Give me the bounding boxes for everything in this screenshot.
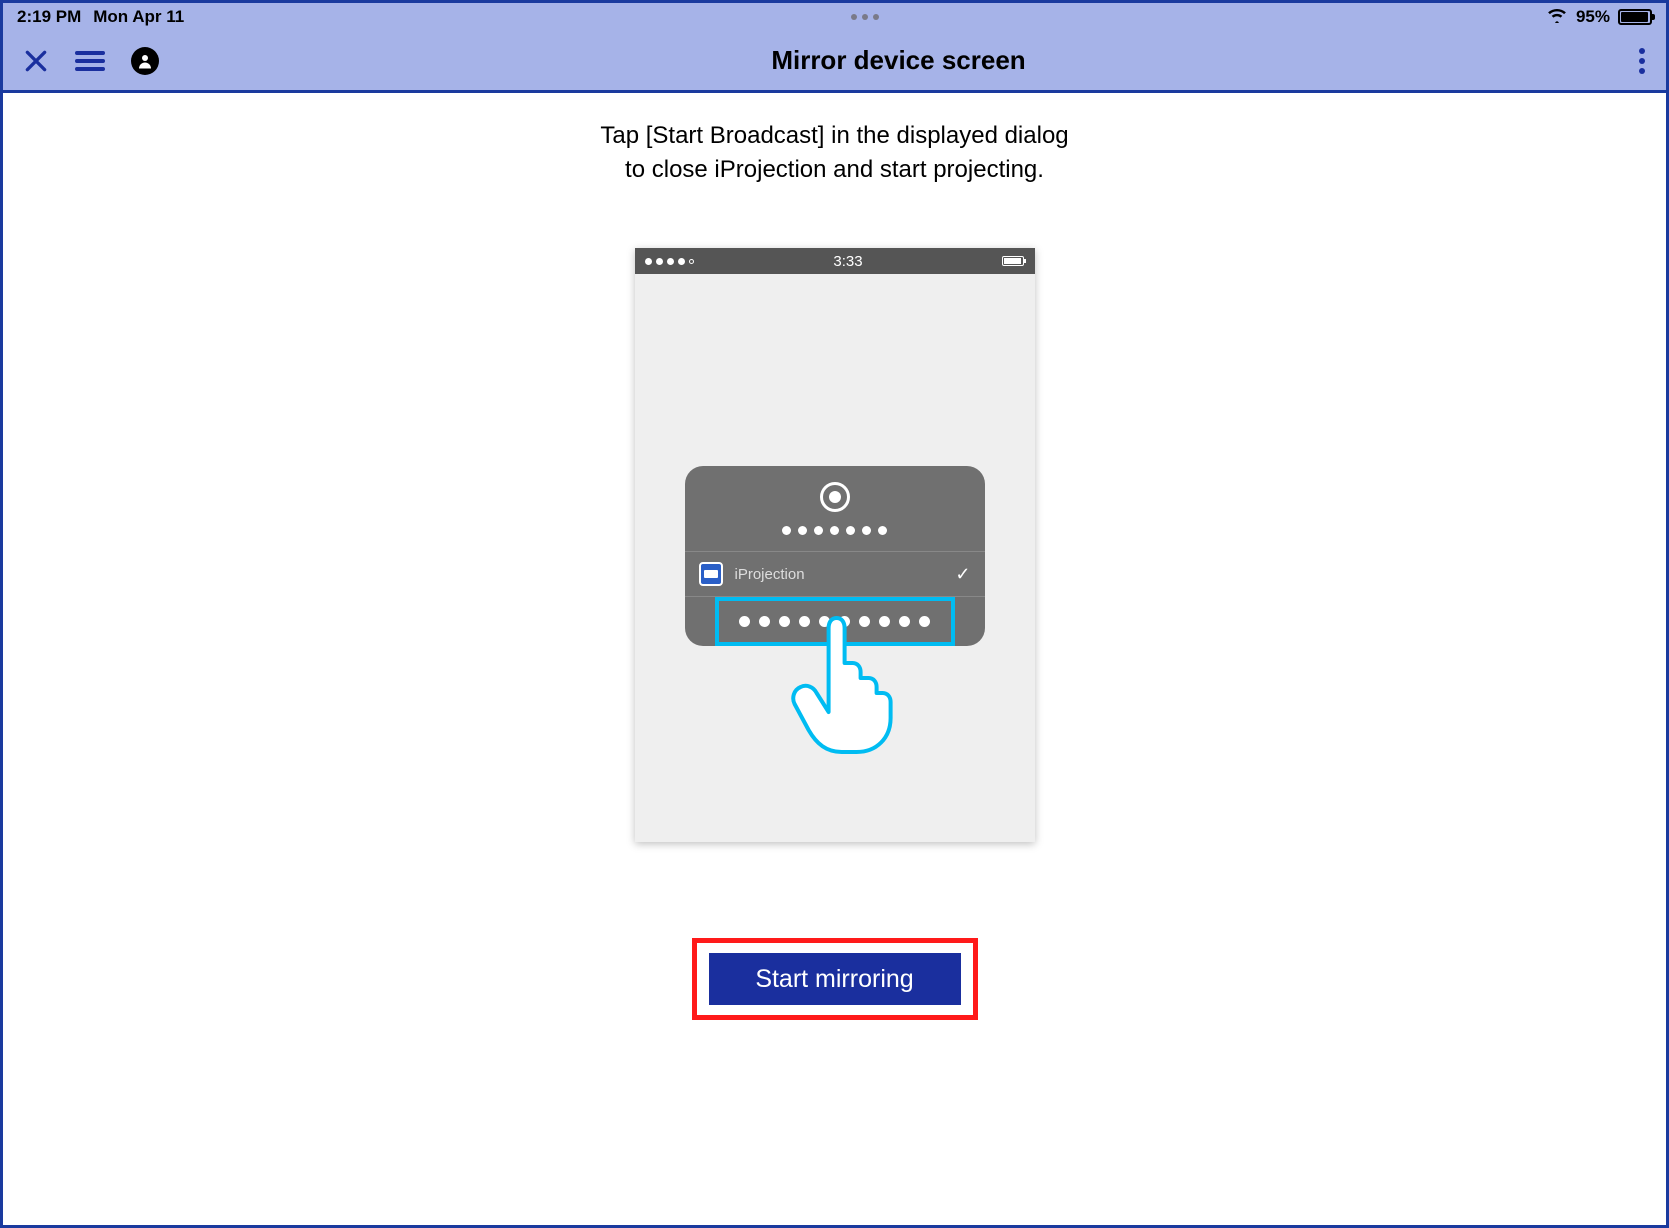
wifi-icon	[1546, 7, 1568, 28]
status-left: 2:19 PM Mon Apr 11	[17, 7, 184, 27]
phone-status-bar: 3:33	[635, 248, 1035, 274]
status-date: Mon Apr 11	[93, 7, 184, 27]
hamburger-menu-icon[interactable]	[75, 49, 105, 73]
status-time: 2:19 PM	[17, 7, 81, 27]
battery-icon	[1618, 9, 1652, 25]
phone-mockup-illustration: 3:33 iProjection ✓	[635, 248, 1035, 842]
instruction-text: Tap [Start Broadcast] in the displayed d…	[3, 119, 1666, 186]
page-title: Mirror device screen	[771, 45, 1025, 76]
broadcast-dialog: iProjection ✓	[685, 466, 985, 646]
battery-percent: 95%	[1576, 7, 1610, 27]
status-right: 95%	[1546, 7, 1652, 28]
more-options-icon[interactable]	[1638, 47, 1646, 75]
checkmark-icon: ✓	[955, 564, 970, 585]
instruction-line1: Tap [Start Broadcast] in the displayed d…	[3, 119, 1666, 153]
placeholder-dots	[685, 526, 985, 535]
start-broadcast-row	[685, 596, 985, 646]
highlight-box	[715, 597, 955, 646]
dialog-header	[685, 466, 985, 535]
phone-battery-icon	[1002, 256, 1024, 266]
start-mirroring-button[interactable]: Start mirroring	[709, 953, 961, 1005]
iprojection-app-icon	[699, 562, 723, 586]
start-mirroring-highlight: Start mirroring	[692, 938, 978, 1020]
device-status-bar: 2:19 PM Mon Apr 11 95%	[3, 3, 1666, 31]
content-area: Tap [Start Broadcast] in the displayed d…	[3, 93, 1666, 842]
user-profile-icon[interactable]	[131, 47, 159, 75]
dialog-app-label: iProjection	[735, 566, 805, 583]
dialog-app-row: iProjection ✓	[685, 551, 985, 596]
signal-dots-icon	[645, 258, 694, 265]
record-indicator-icon	[820, 482, 850, 512]
app-header: Mirror device screen	[3, 31, 1666, 93]
instruction-line2: to close iProjection and start projectin…	[3, 153, 1666, 187]
phone-clock: 3:33	[833, 253, 862, 270]
multitask-dots[interactable]	[851, 14, 879, 20]
close-icon[interactable]	[23, 48, 49, 74]
